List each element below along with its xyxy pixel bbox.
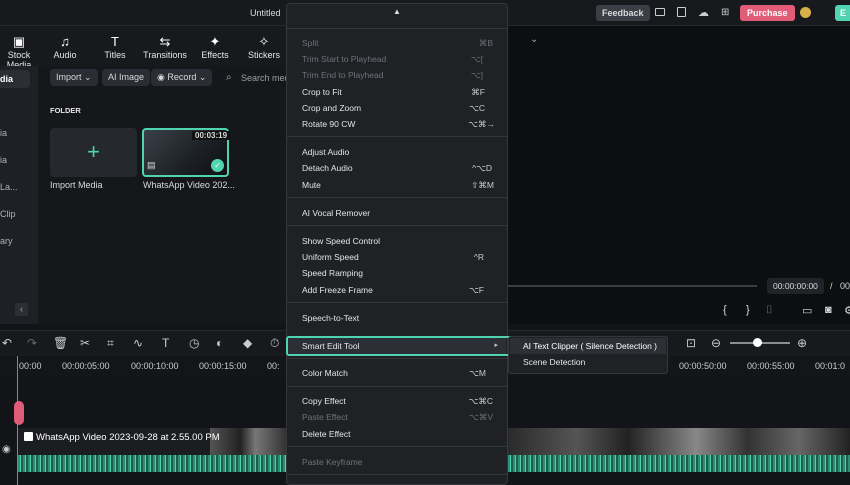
tool-audio[interactable]: ♫ Audio	[50, 34, 80, 60]
search-icon: ⌕	[226, 72, 232, 83]
nav-item-5[interactable]: ary	[0, 236, 13, 246]
transitions-icon: ⇆	[159, 34, 171, 49]
import-dropdown[interactable]: Import ⌄	[50, 69, 98, 86]
nav-item-2[interactable]: ia	[0, 155, 7, 165]
export-button[interactable]: E	[835, 5, 850, 21]
keyframe-icon[interactable]: ◆	[243, 336, 252, 350]
ruler-tick: 00:00:05:00	[62, 361, 110, 371]
timer-icon[interactable]: ⏱	[270, 336, 279, 351]
import-media-label: Import Media	[50, 180, 103, 190]
save-icon[interactable]	[677, 7, 686, 17]
time-current: 00:00:00:00	[767, 278, 824, 294]
zoom-slider-knob[interactable]	[753, 338, 762, 347]
speed-icon[interactable]: ◷	[189, 336, 199, 350]
ruler-tick: 00:	[267, 361, 280, 371]
effects-icon: ✦	[209, 34, 221, 49]
ruler-tick: 00:00	[19, 361, 42, 371]
ai-image-button[interactable]: AI Image	[102, 69, 151, 86]
preview-progress[interactable]	[507, 285, 757, 287]
settings-icon[interactable]: ⚙	[844, 304, 850, 317]
audio-icon[interactable]: ∿	[133, 336, 143, 350]
ruler-tick: 00:00:15:00	[199, 361, 247, 371]
ruler-tick: 00:01:0	[815, 361, 846, 371]
audio-icon: ♫	[60, 34, 70, 49]
nav-item-3[interactable]: La...	[0, 182, 18, 192]
zoom-out-icon[interactable]: ⊖	[711, 336, 721, 350]
tool-effects[interactable]: ✦ Effects	[198, 34, 232, 60]
record-dropdown[interactable]: ◉ Record ⌄	[151, 69, 213, 86]
ruler-tick: 00:00:10:00	[131, 361, 179, 371]
time-total: 00	[840, 281, 850, 291]
tool-stock-media[interactable]: ▣ Stock Media	[0, 34, 42, 70]
submenu-item-scene-detection[interactable]: Scene Detection	[523, 357, 585, 367]
grid-icon[interactable]: ⊞	[721, 7, 729, 18]
search-input[interactable]: Search med	[241, 73, 290, 83]
chevron-down-icon[interactable]: ⌄	[530, 34, 538, 45]
checkmark-icon: ✓	[211, 159, 224, 172]
undo-icon[interactable]: ↶	[2, 336, 12, 350]
ruler-tick: 00:00:50:00	[679, 361, 727, 371]
display-icon[interactable]: ▭	[802, 304, 812, 317]
nav-item-4[interactable]: Clip	[0, 209, 16, 219]
monitor-icon[interactable]	[655, 8, 665, 16]
plus-icon: +	[87, 139, 100, 164]
purchase-button[interactable]: Purchase	[740, 5, 795, 21]
scroll-up-icon[interactable]: ▲	[393, 7, 401, 16]
chevron-down-icon: ⌄	[84, 72, 92, 82]
tool-transitions[interactable]: ⇆ Transitions	[142, 34, 188, 60]
camera-icon[interactable]: ◙	[825, 304, 832, 316]
ruler-tick: 00:00:55:00	[747, 361, 795, 371]
eye-icon[interactable]: ◉	[2, 444, 11, 455]
video-clip-icon	[24, 432, 33, 441]
import-media-tile[interactable]: +	[50, 128, 137, 177]
folder-label: FOLDER	[50, 106, 81, 115]
feedback-button[interactable]: Feedback	[596, 5, 650, 21]
crop-icon[interactable]: ⌗	[107, 336, 114, 351]
record-icon: ◉	[157, 72, 165, 82]
left-nav	[0, 66, 38, 324]
collapse-panel-icon[interactable]: ‹	[15, 303, 28, 316]
user-avatar[interactable]	[800, 7, 811, 18]
clip-frames-left	[210, 428, 286, 455]
nav-item-media[interactable]: dia	[0, 74, 13, 84]
fit-icon[interactable]: ⊡	[686, 336, 696, 350]
nav-item-1[interactable]: ia	[0, 128, 7, 138]
time-separator: /	[830, 281, 833, 291]
stickers-icon: ✧	[258, 34, 270, 49]
media-panel	[38, 66, 290, 324]
mark-in-icon[interactable]: {	[723, 304, 727, 316]
delete-icon[interactable]: 🗑	[53, 336, 68, 350]
cloud-icon[interactable]: ☁	[698, 6, 709, 19]
zoom-in-icon[interactable]: ⊕	[797, 336, 807, 350]
submenu-arrow-icon: ▸	[494, 342, 498, 349]
tool-stickers[interactable]: ✧ Stickers	[246, 34, 282, 60]
text-icon[interactable]: T	[162, 336, 169, 350]
mark-out-icon[interactable]: }	[746, 304, 750, 316]
split-icon[interactable]: ✂	[80, 336, 90, 350]
clip-name: WhatsApp Video 202...	[143, 180, 235, 190]
clip-track-label: WhatsApp Video 2023-09-28 at 2.55.00 PM	[36, 432, 220, 443]
stock-media-icon: ▣	[12, 34, 26, 49]
playhead-marker[interactable]	[14, 401, 24, 425]
titles-icon: T	[111, 34, 119, 49]
color-icon[interactable]: ◐	[216, 336, 223, 350]
film-icon: ▤	[147, 160, 156, 170]
tool-titles[interactable]: T Titles	[100, 34, 130, 60]
clip-duration: 00:03:19	[192, 131, 231, 140]
project-title: Untitled	[250, 8, 281, 18]
redo-icon[interactable]: ↷	[27, 336, 37, 350]
clip-frames-right	[508, 428, 850, 455]
snapshot-icon[interactable]: ⌷	[766, 304, 773, 317]
